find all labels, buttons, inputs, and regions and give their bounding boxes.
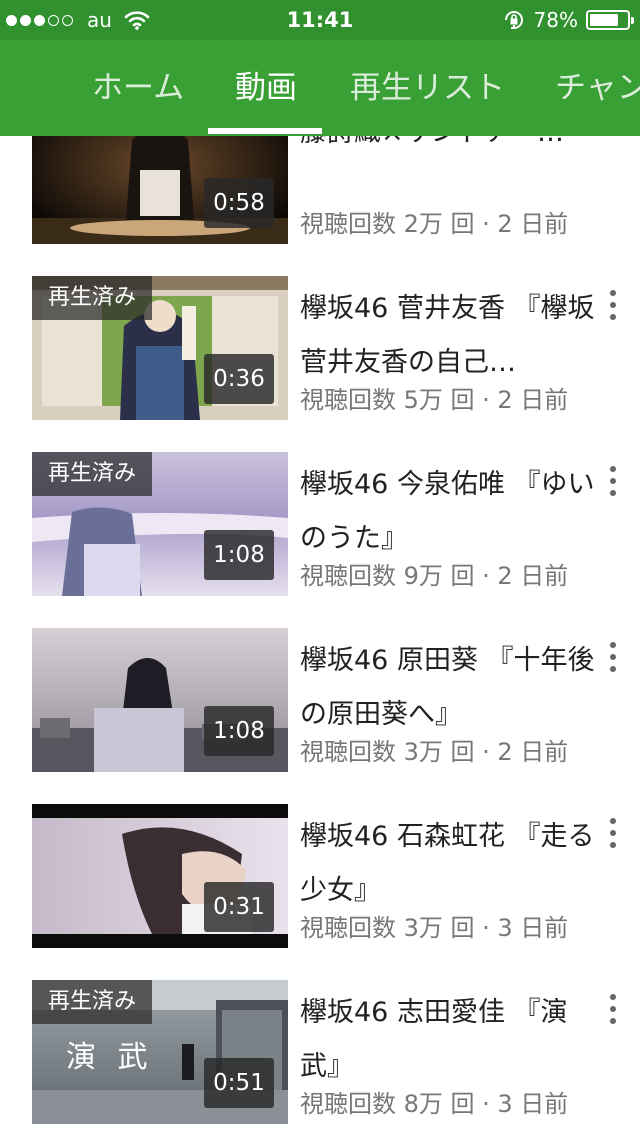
video-title[interactable]: 欅坂46 石森虹花 『走る少女』 (300, 810, 600, 918)
active-tab-indicator (208, 128, 322, 134)
video-meta: 視聴回数 3万 回 · 3 日前 (300, 914, 569, 942)
video-thumbnail[interactable]: 再生済み 0:36 (32, 276, 288, 420)
video-duration: 0:51 (204, 1058, 274, 1108)
more-options-icon[interactable] (600, 284, 626, 344)
video-title[interactable]: 藤詩織×サンドアー… (300, 136, 600, 160)
video-meta: 視聴回数 2万 回 · 2 日前 (300, 210, 569, 238)
video-item[interactable]: 演 武 再生済み 0:51 欅坂46 志田愛佳 『演武』 視聴回数 8万 回 ·… (0, 980, 640, 1126)
video-meta: 視聴回数 5万 回 · 2 日前 (300, 386, 569, 414)
more-options-icon[interactable] (600, 812, 626, 872)
video-duration: 1:08 (204, 530, 274, 580)
video-item[interactable]: 1:08 欅坂46 原田葵 『十年後の原田葵へ』 視聴回数 3万 回 · 2 日… (0, 628, 640, 774)
video-duration: 1:08 (204, 706, 274, 756)
video-thumbnail[interactable]: 1:08 (32, 628, 288, 772)
battery-percent: 78% (533, 8, 578, 32)
video-item[interactable]: 0:31 欅坂46 石森虹花 『走る少女』 視聴回数 3万 回 · 3 日前 (0, 804, 640, 950)
tab-bar: ホーム 動画 再生リスト チャンネル (0, 40, 640, 136)
video-title[interactable]: 欅坂46 原田葵 『十年後の原田葵へ』 (300, 634, 600, 742)
video-thumbnail[interactable]: 再生済み 1:08 (32, 452, 288, 596)
video-item[interactable]: 再生済み 1:08 欅坂46 今泉佑唯 『ゆいのうた』 視聴回数 9万 回 · … (0, 452, 640, 598)
watched-badge: 再生済み (32, 452, 152, 496)
tab-playlists[interactable]: 再生リスト (350, 40, 505, 136)
video-title[interactable]: 欅坂46 志田愛佳 『演武』 (300, 986, 600, 1094)
more-options-icon[interactable] (600, 636, 626, 696)
video-thumbnail[interactable]: 0:31 (32, 804, 288, 948)
video-title[interactable]: 欅坂46 今泉佑唯 『ゆいのうた』 (300, 458, 600, 566)
battery-icon (586, 10, 634, 30)
tab-videos[interactable]: 動画 (235, 40, 297, 136)
video-duration: 0:58 (204, 178, 274, 228)
watched-badge: 再生済み (32, 980, 152, 1024)
status-bar: au 11:41 78% (0, 0, 640, 40)
watched-badge: 再生済み (32, 276, 152, 320)
video-meta: 視聴回数 9万 回 · 2 日前 (300, 562, 569, 590)
more-options-icon[interactable] (600, 460, 626, 520)
thumbnail-title-text: 演 武 (66, 1040, 154, 1075)
video-item[interactable]: 再生済み 0:36 欅坂46 菅井友香 『欅坂 菅井友香の自己… 視聴回数 5万… (0, 276, 640, 422)
status-right: 78% (502, 8, 634, 32)
video-list[interactable]: 0:58 藤詩織×サンドアー… 視聴回数 2万 回 · 2 日前 再生済み 0:… (0, 136, 640, 1136)
video-thumbnail[interactable]: 演 武 再生済み 0:51 (32, 980, 288, 1124)
video-thumbnail[interactable]: 0:58 (32, 136, 288, 244)
video-item[interactable]: 0:58 藤詩織×サンドアー… 視聴回数 2万 回 · 2 日前 (0, 136, 640, 246)
video-meta: 視聴回数 3万 回 · 2 日前 (300, 738, 569, 766)
video-duration: 0:31 (204, 882, 274, 932)
video-meta: 視聴回数 8万 回 · 3 日前 (300, 1090, 569, 1118)
more-options-icon[interactable] (600, 988, 626, 1048)
tab-home[interactable]: ホーム (92, 40, 184, 136)
video-duration: 0:36 (204, 354, 274, 404)
video-title[interactable]: 欅坂46 菅井友香 『欅坂 菅井友香の自己… (300, 282, 600, 390)
rotation-lock-icon (504, 11, 523, 29)
tab-channels[interactable]: チャンネル (555, 40, 640, 136)
